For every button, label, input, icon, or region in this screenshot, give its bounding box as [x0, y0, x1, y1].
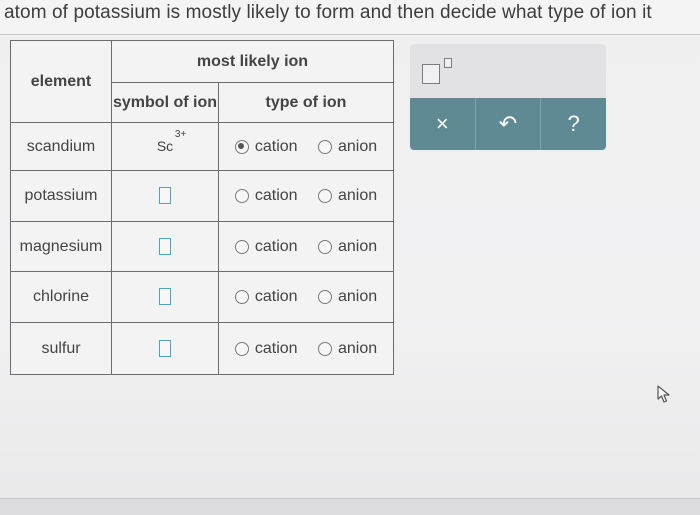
- ion-symbol: Sc 3+: [156, 129, 186, 154]
- anion-label: anion: [338, 288, 378, 305]
- ion-charge: 3+: [174, 128, 187, 140]
- header-element: element: [10, 40, 112, 123]
- table-row: scandium Sc 3+ cation anion: [10, 122, 394, 171]
- bottom-strip: [0, 498, 700, 515]
- anion-label: anion: [338, 137, 378, 155]
- radio-icon[interactable]: [234, 290, 249, 304]
- type-cell: cation anion: [218, 322, 394, 375]
- cation-label: cation: [254, 137, 298, 155]
- radio-icon[interactable]: [318, 139, 332, 154]
- tool-bar: × ↶ ?: [410, 98, 606, 150]
- symbol-input[interactable]: [159, 237, 171, 255]
- cation-option[interactable]: cation: [234, 187, 298, 205]
- anion-option[interactable]: anion: [318, 238, 377, 256]
- superscript-box-icon[interactable]: [422, 56, 456, 86]
- instruction-bar: atom of potassium is mostly likely to fo…: [0, 0, 700, 35]
- radio-icon[interactable]: [234, 341, 249, 356]
- cation-option[interactable]: cation: [234, 237, 298, 256]
- cation-label: cation: [254, 288, 298, 305]
- type-cell: cation anion: [218, 122, 394, 171]
- symbol-cell: [111, 322, 219, 375]
- symbol-input[interactable]: [159, 187, 171, 205]
- anion-label: anion: [338, 237, 378, 255]
- cation-option[interactable]: cation: [234, 339, 298, 358]
- anion-option[interactable]: anion: [318, 288, 377, 306]
- ion-symbol-text: Sc: [156, 137, 174, 154]
- symbol-cell: [111, 221, 219, 272]
- radio-icon[interactable]: [318, 290, 332, 304]
- table-row: magnesium cation anion: [10, 221, 394, 272]
- clear-button[interactable]: ×: [410, 98, 476, 150]
- radio-icon[interactable]: [318, 189, 332, 203]
- radio-icon[interactable]: [318, 239, 332, 254]
- superscript-box: [444, 58, 452, 68]
- help-button[interactable]: ?: [541, 98, 606, 150]
- element-name: sulfur: [10, 322, 112, 375]
- element-name: scandium: [10, 122, 112, 171]
- cation-label: cation: [254, 339, 298, 357]
- radio-icon[interactable]: [234, 189, 249, 203]
- element-name: potassium: [10, 170, 112, 222]
- element-name: magnesium: [10, 221, 112, 272]
- mouse-pointer-icon: [657, 385, 670, 403]
- header-most-likely-ion: most likely ion: [111, 40, 394, 83]
- radio-icon[interactable]: [234, 239, 249, 254]
- undo-button[interactable]: ↶: [475, 98, 542, 150]
- type-cell: cation anion: [218, 221, 394, 272]
- type-cell: cation anion: [218, 170, 394, 222]
- anion-label: anion: [338, 187, 378, 204]
- instruction-text: atom of potassium is mostly likely to fo…: [4, 2, 652, 23]
- symbol-input[interactable]: [159, 339, 171, 357]
- table-row: potassium cation anion: [10, 170, 394, 222]
- symbol-cell: [111, 271, 219, 323]
- base-box: [422, 64, 440, 84]
- symbol-cell: Sc 3+: [111, 122, 219, 171]
- radio-selected-icon[interactable]: [234, 139, 249, 154]
- header-symbol-of-ion: symbol of ion: [111, 82, 219, 123]
- cation-label: cation: [254, 237, 298, 255]
- cation-option[interactable]: cation: [234, 137, 298, 156]
- symbol-input[interactable]: [159, 288, 171, 306]
- radio-icon[interactable]: [318, 341, 332, 356]
- answer-tool-panel: × ↶ ?: [410, 44, 606, 150]
- cation-label: cation: [254, 187, 298, 204]
- element-name: chlorine: [10, 271, 112, 323]
- symbol-cell: [111, 170, 219, 222]
- table-row: sulfur cation anion: [10, 322, 394, 375]
- anion-option[interactable]: anion: [318, 138, 377, 156]
- ion-table: element most likely ion symbol of ion ty…: [10, 40, 394, 375]
- type-cell: cation anion: [218, 271, 394, 323]
- header-type-of-ion: type of ion: [218, 82, 394, 123]
- anion-option[interactable]: anion: [318, 340, 377, 358]
- anion-label: anion: [338, 339, 378, 357]
- anion-option[interactable]: anion: [318, 187, 377, 205]
- table-row: chlorine cation anion: [10, 271, 394, 323]
- cation-option[interactable]: cation: [234, 288, 298, 306]
